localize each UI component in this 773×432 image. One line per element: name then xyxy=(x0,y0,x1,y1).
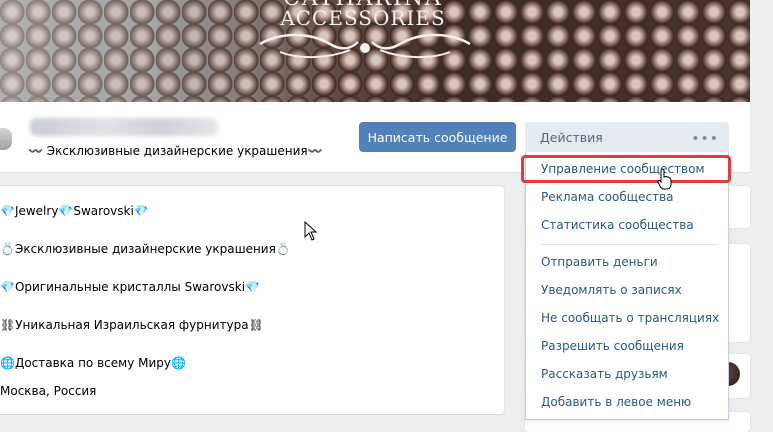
menu-item-notify-posts[interactable]: Уведомлять о записях xyxy=(526,277,728,303)
menu-item-add-left-menu[interactable]: Добавить в левое меню xyxy=(526,389,728,415)
info-line: 💎Jewelry💎Swarovski💎 xyxy=(0,204,149,218)
actions-button[interactable]: Действия ••• xyxy=(525,122,729,152)
menu-item-allow-messages[interactable]: Разрешить сообщения xyxy=(526,333,728,359)
menu-item-tell-friends[interactable]: Рассказать друзьям xyxy=(526,361,728,387)
menu-item-advertise[interactable]: Реклама сообщества xyxy=(526,184,728,210)
avatar[interactable] xyxy=(0,128,12,150)
actions-button-label: Действия xyxy=(540,129,603,145)
community-cover[interactable]: CATHARINA ACCESSORIES xyxy=(0,0,750,102)
page-gutter xyxy=(750,0,773,422)
arrow-cursor-icon xyxy=(304,221,318,241)
community-name-blurred xyxy=(30,118,218,136)
actions-dropdown-menu: Управление сообществом Реклама сообществ… xyxy=(525,152,729,420)
menu-divider xyxy=(541,244,719,245)
hand-cursor-icon xyxy=(657,168,672,190)
cover-brand-text: ACCESSORIES xyxy=(280,6,446,30)
info-line: 💍Эксклюзивные дизайнерские украшения💍 xyxy=(0,242,291,256)
info-line: ⛓Уникальная Израильская фурнитура⛓ xyxy=(0,318,264,332)
community-info-card: 💎Jewelry💎Swarovski💎 💍Эксклюзивные дизайн… xyxy=(0,186,504,414)
menu-item-no-broadcast-notify[interactable]: Не сообщать о трансляциях xyxy=(526,305,728,331)
menu-item-send-money[interactable]: Отправить деньги xyxy=(526,249,728,275)
community-status: 〰️ Эксклюзивные дизайнерские украшения〰️ xyxy=(28,144,323,158)
ornament-icon xyxy=(259,33,471,59)
send-message-button[interactable]: Написать сообщение xyxy=(359,122,516,152)
location-text[interactable]: Москва, Россия xyxy=(0,384,96,398)
menu-item-statistics[interactable]: Статистика сообщества xyxy=(526,212,728,238)
highlight-box xyxy=(521,155,731,183)
info-line: 🌐Доставка по всему Миру🌐 xyxy=(0,356,186,370)
more-dots-icon: ••• xyxy=(691,131,719,147)
info-line: 💎Оригинальные кристаллы Swarovski💎 xyxy=(0,280,260,294)
